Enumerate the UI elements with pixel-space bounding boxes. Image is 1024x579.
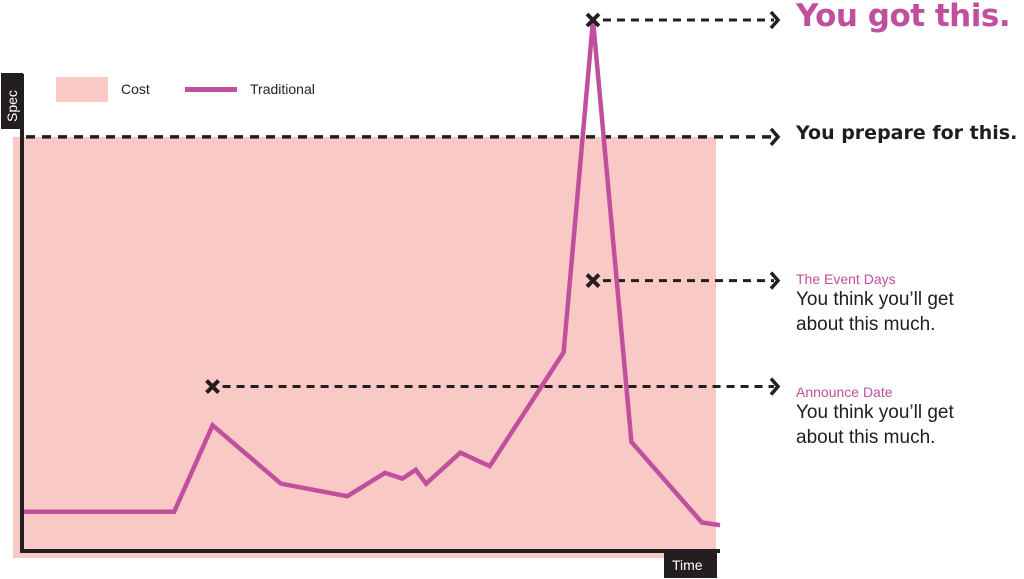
y-axis-label-text: Spec <box>4 90 20 122</box>
annotation-prepare-text: You prepare for this. <box>796 122 1018 144</box>
annotation-event-days-line-2: about this much. <box>796 314 936 335</box>
y-axis-label: Spec <box>1 73 23 129</box>
annotation-peak-text: You got this. <box>796 0 1011 34</box>
annotation-event-days-line-1: You think you’ll get <box>796 289 954 310</box>
legend: Cost Traditional <box>56 77 315 102</box>
annotation-announce: Announce Date You think you’ll get about… <box>796 384 1024 450</box>
annotation-announce-line-2: about this much. <box>796 427 936 448</box>
x-axis-label: Time <box>664 550 717 578</box>
annotation-announce-title: Announce Date <box>796 384 893 400</box>
legend-label-traditional: Traditional <box>250 81 315 97</box>
arrow-head-icon <box>769 127 781 146</box>
legend-swatch-cost <box>56 77 108 102</box>
legend-label-cost: Cost <box>121 81 150 97</box>
annotation-announce-line-1: You think you’ll get <box>796 402 954 423</box>
annotation-event-days: The Event Days You think you’ll get abou… <box>796 271 1024 337</box>
x-axis-label-text: Time <box>672 557 703 573</box>
annotation-event-days-title: The Event Days <box>796 271 896 287</box>
